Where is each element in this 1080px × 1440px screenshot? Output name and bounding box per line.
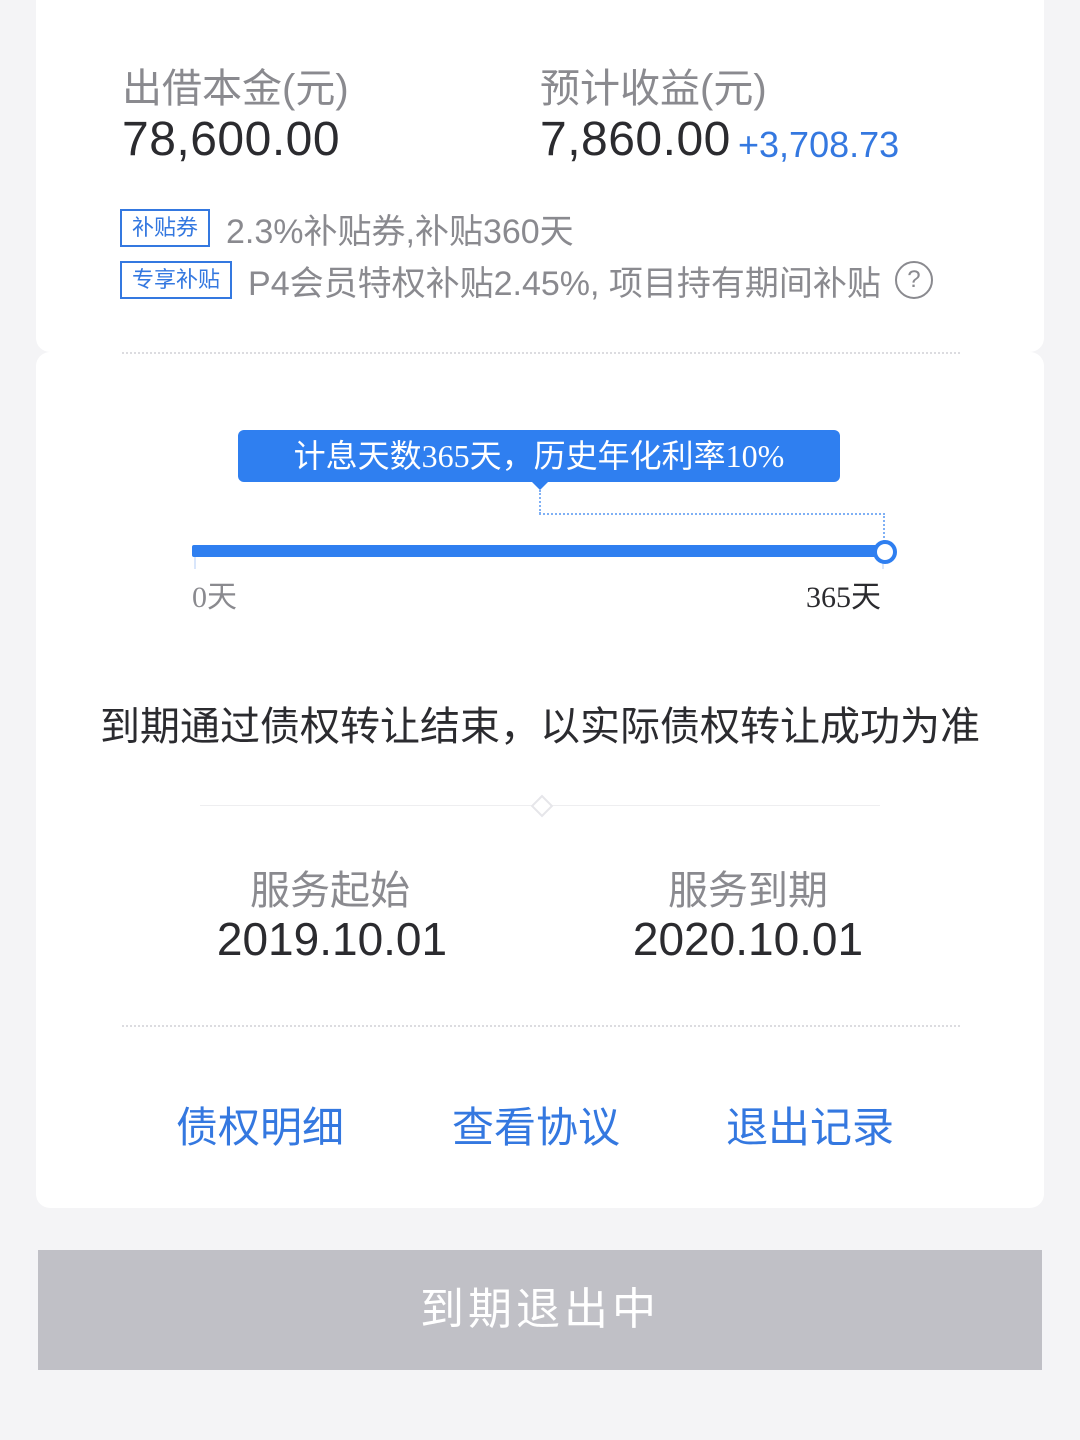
- progress-track: [192, 545, 884, 557]
- progress-end-label: 365天: [806, 581, 881, 614]
- exit-record-link[interactable]: 退出记录: [700, 1094, 920, 1155]
- coupon-text: 2.3%补贴券,补贴360天: [226, 212, 574, 251]
- tooltip-guide: [539, 513, 885, 515]
- service-end-date: 2020.10.01: [632, 913, 864, 965]
- progress-start-tick: [194, 557, 196, 569]
- principal-label: 出借本金(元): [122, 67, 349, 111]
- exclusive-subsidy-badge: 专享补贴: [120, 261, 233, 299]
- tooltip-arrow: [530, 480, 550, 490]
- help-icon[interactable]: ?: [894, 261, 933, 299]
- earnings-value: 7,860.00: [540, 113, 731, 166]
- view-agreement-link[interactable]: 查看协议: [426, 1094, 646, 1155]
- earnings-label: 预计收益(元): [540, 67, 767, 111]
- coupon-badge: 补贴券: [120, 209, 211, 247]
- tooltip-guide: [539, 490, 541, 514]
- progress-start-label: 0天: [192, 581, 237, 614]
- investment-detail-page: 出借本金(元) 78,600.00 预计收益(元) 7,860.00 +3,70…: [0, 0, 1080, 1440]
- exit-status-button[interactable]: 到期退出中: [38, 1250, 1042, 1370]
- service-end-label: 服务到期: [668, 869, 828, 913]
- service-start-label: 服务起始: [250, 869, 410, 913]
- earnings-bonus: +3,708.73: [738, 124, 900, 165]
- divider: [122, 352, 960, 354]
- coupon-row: 补贴券 2.3%补贴券,补贴360天: [120, 208, 574, 251]
- interest-tooltip: 计息天数365天，历史年化利率10%: [238, 430, 840, 482]
- service-start-date: 2019.10.01: [216, 913, 448, 965]
- maturity-notice: 到期通过债权转让结束，以实际债权转让成功为准: [100, 705, 980, 749]
- progress-knob: [873, 540, 897, 564]
- exclusive-subsidy-text: P4会员特权补贴2.45%, 项目持有期间补贴: [248, 264, 881, 303]
- principal-value: 78,600.00: [122, 113, 341, 166]
- divider: [122, 1025, 960, 1027]
- exclusive-subsidy-row: 专享补贴 P4会员特权补贴2.45%, 项目持有期间补贴 ?: [120, 260, 933, 303]
- debt-detail-link[interactable]: 债权明细: [150, 1094, 370, 1155]
